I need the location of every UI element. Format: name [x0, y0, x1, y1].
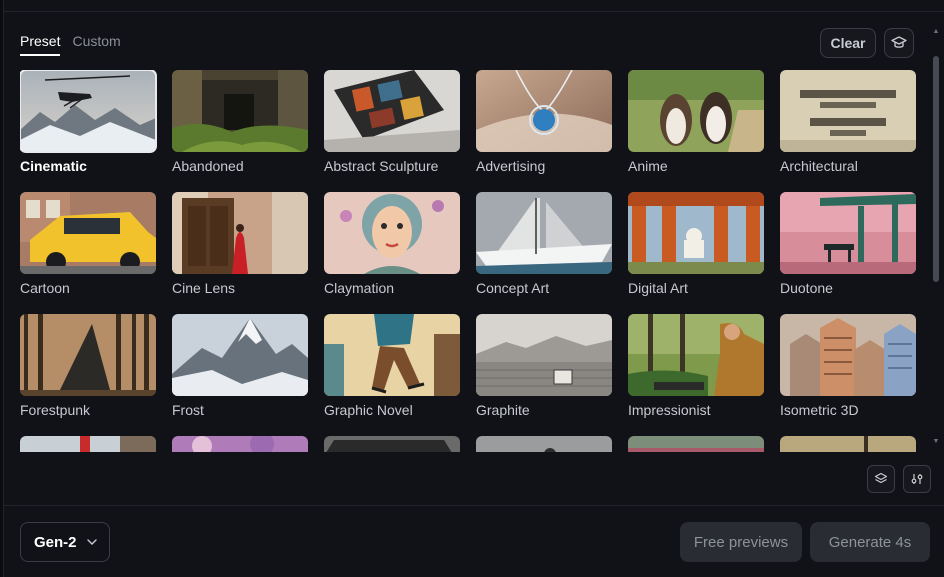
- preset-card-row4-1[interactable]: [20, 436, 156, 452]
- preset-card-frost[interactable]: Frost: [172, 314, 308, 418]
- preset-card-graphic-novel[interactable]: Graphic Novel: [324, 314, 460, 418]
- preset-thumbnail: [324, 314, 460, 396]
- preset-label: Cine Lens: [172, 280, 236, 296]
- bottom-divider: [4, 505, 944, 506]
- scroll-up-arrow-icon[interactable]: ▲: [932, 28, 940, 36]
- scrollbar[interactable]: ▲ ▼: [932, 28, 940, 450]
- preset-thumbnail: [476, 192, 612, 274]
- preset-card-advertising[interactable]: Advertising: [476, 70, 612, 174]
- chevron-down-icon: [86, 539, 97, 545]
- left-rail: [0, 0, 4, 577]
- preset-label: Abstract Sculpture: [324, 158, 439, 174]
- preset-thumbnail: [20, 436, 156, 452]
- preset-card-cartoon[interactable]: Cartoon: [20, 192, 156, 296]
- scrollbar-thumb[interactable]: [933, 56, 939, 282]
- preset-thumbnail: [476, 436, 612, 452]
- preset-label: Impressionist: [628, 402, 711, 418]
- preset-label: Anime: [628, 158, 668, 174]
- tab-preset[interactable]: Preset: [20, 32, 61, 56]
- preset-card-concept-art[interactable]: Concept Art: [476, 192, 612, 296]
- layers-button[interactable]: [867, 465, 895, 493]
- preset-thumbnail: [20, 70, 157, 153]
- preset-label: Abandoned: [172, 158, 244, 174]
- preset-label: Frost: [172, 402, 204, 418]
- preset-label: Advertising: [476, 158, 546, 174]
- preset-thumbnail: [172, 192, 308, 274]
- model-select[interactable]: Gen-2: [20, 522, 110, 562]
- preset-thumbnail: [172, 314, 308, 396]
- tab-custom[interactable]: Custom: [72, 32, 120, 56]
- preset-label: Isometric 3D: [780, 402, 859, 418]
- layers-icon: [874, 472, 888, 484]
- tutorial-button[interactable]: [884, 28, 914, 58]
- preset-label: Duotone: [780, 280, 833, 296]
- preset-thumbnail: [628, 70, 764, 152]
- preset-card-isometric-3d[interactable]: Isometric 3D: [780, 314, 916, 418]
- preset-thumbnail: [628, 436, 764, 452]
- preset-thumbnail: [172, 70, 308, 152]
- scroll-down-arrow-icon[interactable]: ▼: [932, 438, 940, 446]
- preset-thumbnail: [324, 70, 460, 152]
- sliders-icon: [911, 474, 923, 484]
- preset-thumbnail: [172, 436, 308, 452]
- preset-thumbnail: [628, 314, 764, 396]
- preset-thumbnail: [628, 192, 764, 274]
- preset-thumbnail: [780, 70, 916, 152]
- preset-card-anime[interactable]: Anime: [628, 70, 764, 174]
- preset-thumbnail: [20, 314, 156, 396]
- preset-grid-viewport: Cinematic Abandoned Abstract Sculpture A…: [20, 70, 920, 452]
- graduation-cap-icon: [891, 36, 907, 48]
- clear-button[interactable]: Clear: [820, 28, 876, 58]
- preset-card-digital-art[interactable]: Digital Art: [628, 192, 764, 296]
- preset-thumbnail: [324, 192, 460, 274]
- preset-tabs: Preset Custom: [20, 32, 121, 56]
- preset-label: Cartoon: [20, 280, 70, 296]
- preset-card-abstract-sculpture[interactable]: Abstract Sculpture: [324, 70, 460, 174]
- preset-card-impressionist[interactable]: Impressionist: [628, 314, 764, 418]
- preset-card-row4-4[interactable]: [476, 436, 612, 452]
- preset-card-cinematic[interactable]: Cinematic: [20, 70, 157, 174]
- preset-label: Architectural: [780, 158, 858, 174]
- preset-card-architectural[interactable]: Architectural: [780, 70, 916, 174]
- adjust-button[interactable]: [903, 465, 931, 493]
- preset-card-duotone[interactable]: Duotone: [780, 192, 916, 296]
- preset-card-claymation[interactable]: Claymation: [324, 192, 460, 296]
- free-previews-button[interactable]: Free previews: [680, 522, 802, 562]
- preset-label: Cinematic: [20, 158, 87, 174]
- preset-label: Graphic Novel: [324, 402, 413, 418]
- preset-label: Claymation: [324, 280, 395, 296]
- preset-label: Digital Art: [628, 280, 688, 296]
- preset-card-row4-2[interactable]: [172, 436, 308, 452]
- preset-card-cine-lens[interactable]: Cine Lens: [172, 192, 308, 296]
- preset-label: Concept Art: [476, 280, 550, 296]
- preset-thumbnail: [20, 192, 156, 274]
- preset-thumbnail: [780, 192, 916, 274]
- preset-thumbnail: [476, 314, 612, 396]
- preset-thumbnail: [780, 436, 916, 452]
- generate-button[interactable]: Generate 4s: [810, 522, 930, 562]
- preset-grid: Cinematic Abandoned Abstract Sculpture A…: [20, 70, 920, 452]
- preset-label: Graphite: [476, 402, 530, 418]
- model-select-value: Gen-2: [34, 533, 77, 551]
- preset-card-row4-3[interactable]: [324, 436, 460, 452]
- preset-card-row4-5[interactable]: [628, 436, 764, 452]
- preset-thumbnail: [324, 436, 460, 452]
- preset-thumbnail: [780, 314, 916, 396]
- preset-thumbnail: [476, 70, 612, 152]
- preset-card-abandoned[interactable]: Abandoned: [172, 70, 308, 174]
- style-presets-panel: Preset Custom Clear ▲ ▼ Cinematic Abando…: [0, 0, 944, 577]
- preset-card-graphite[interactable]: Graphite: [476, 314, 612, 418]
- preset-card-forestpunk[interactable]: Forestpunk: [20, 314, 156, 418]
- top-divider: [4, 11, 944, 12]
- preset-card-row4-6[interactable]: [780, 436, 916, 452]
- preset-label: Forestpunk: [20, 402, 91, 418]
